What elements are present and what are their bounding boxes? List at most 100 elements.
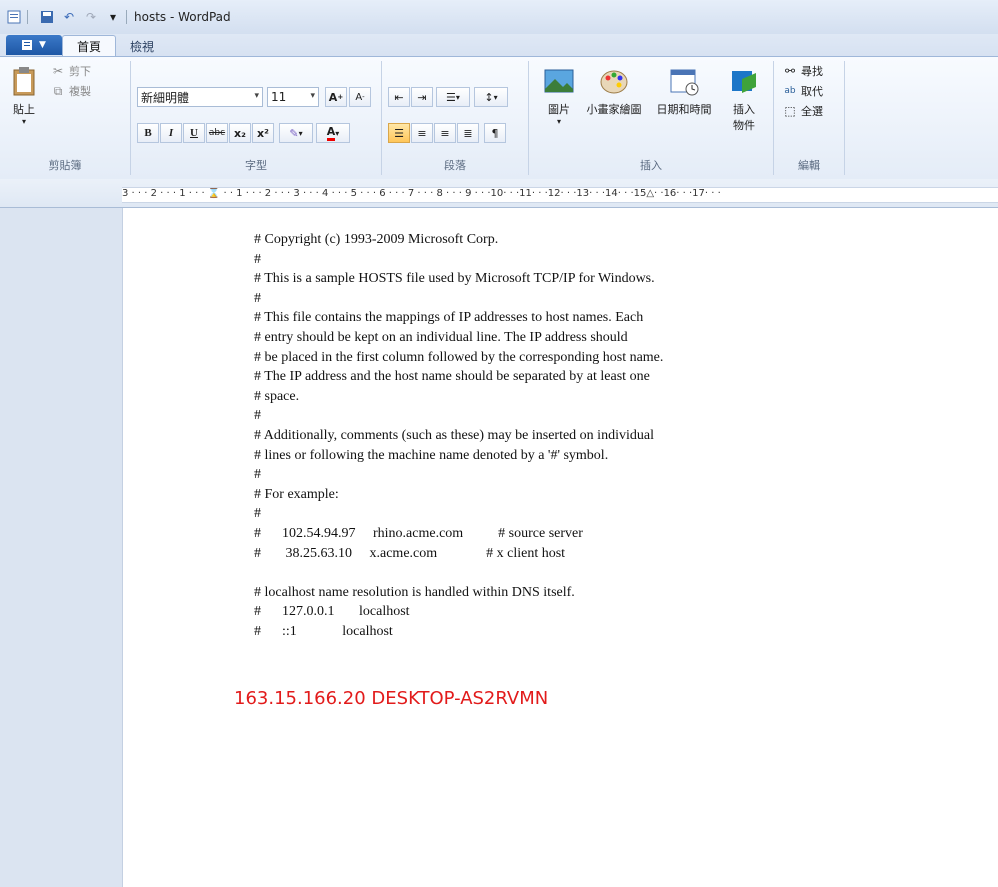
calendar-icon — [670, 69, 699, 96]
highlighter-icon: ✎ — [289, 126, 299, 140]
increase-indent-button[interactable]: ⇥ — [411, 87, 433, 107]
date-time-button[interactable]: 日期和時間 — [651, 65, 717, 117]
document-line: # space. — [254, 388, 300, 404]
strikethrough-button[interactable]: abc — [206, 123, 228, 143]
outdent-icon: ⇤ — [394, 90, 404, 104]
superscript-label: x² — [257, 126, 269, 140]
select-all-icon: ⬚ — [784, 104, 796, 118]
chevron-down-icon: ▾ — [335, 128, 340, 138]
application-menu-button[interactable]: ▼ — [6, 35, 62, 55]
replace-label: 取代 — [801, 85, 823, 98]
binoculars-icon: ⚯ — [784, 64, 796, 78]
chevron-down-icon: ▾ — [254, 91, 259, 101]
ribbon: 貼上 ▾ ✂ 剪下 ⧉ 複製 剪貼簿 新細明體 ▾ 11 ▾ A + A- B I… — [0, 56, 998, 180]
copy-button[interactable]: ⧉ 複製 — [50, 83, 91, 99]
align-left-icon: ☰ — [394, 126, 404, 140]
decrease-indent-button[interactable]: ⇤ — [388, 87, 410, 107]
italic-label: I — [168, 127, 174, 139]
copy-icon: ⧉ — [53, 84, 63, 98]
justify-button[interactable]: ≣ — [457, 123, 479, 143]
customize-quick-access-icon[interactable]: ▾ — [105, 9, 121, 25]
subscript-label: x₂ — [234, 126, 246, 140]
replace-button[interactable]: ab 取代 — [782, 83, 823, 99]
ribbon-tabs: ▼ 首頁 檢視 — [0, 34, 998, 56]
ruler[interactable]: 3 · · · 2 · · · 1 · · · ⌛ · · 1 · · · 2 … — [0, 179, 998, 208]
font-size-value: 11 — [271, 90, 287, 104]
superscript-button[interactable]: x² — [252, 123, 274, 143]
document-line: # The IP address and the host name shoul… — [254, 369, 650, 385]
italic-button[interactable]: I — [160, 123, 182, 143]
save-icon[interactable] — [39, 9, 55, 25]
paint-drawing-button[interactable]: 小畫家繪圖 — [579, 65, 649, 117]
find-label: 尋找 — [801, 65, 823, 78]
insert-object-button[interactable]: 插入 物件 — [721, 65, 767, 133]
font-size-select[interactable]: 11 ▾ — [267, 87, 319, 107]
subscript-button[interactable]: x₂ — [229, 123, 251, 143]
group-label: 插入 — [640, 159, 662, 172]
group-label: 段落 — [444, 159, 466, 172]
find-button[interactable]: ⚯ 尋找 — [782, 63, 823, 79]
shrink-font-button[interactable]: A- — [349, 87, 371, 107]
document-line: # localhost name resolution is handled w… — [254, 584, 575, 600]
undo-icon[interactable]: ↶ — [61, 9, 77, 25]
paragraph-group: ⇤ ⇥ ☰ ▾ ↕ ▾ ☰ ≡ ≡ ≣ ¶ 段落 — [382, 61, 529, 175]
select-all-label: 全選 — [801, 105, 823, 118]
document-line: # — [254, 290, 261, 306]
font-group: 新細明體 ▾ 11 ▾ A + A- B I U abc x₂ x² ✎ ▾ A … — [131, 61, 382, 175]
picture-button[interactable]: 圖片 ▾ — [535, 65, 583, 126]
tab-view[interactable]: 檢視 — [116, 36, 168, 56]
chevron-down-icon: ▾ — [310, 91, 315, 101]
picture-label: 圖片 — [548, 103, 570, 116]
bullets-button[interactable]: ☰ ▾ — [436, 87, 470, 107]
document-page[interactable]: # Copyright (c) 1993-2009 Microsoft Corp… — [122, 208, 998, 887]
clipboard-icon — [13, 67, 35, 96]
ruler-scale: 3 · · · 2 · · · 1 · · · ⌛ · · 1 · · · 2 … — [122, 187, 998, 203]
object-icon — [732, 71, 756, 93]
select-all-button[interactable]: ⬚ 全選 — [782, 103, 823, 119]
group-label: 字型 — [245, 159, 267, 172]
paste-button[interactable]: 貼上 ▾ — [4, 65, 44, 126]
bullet-list-icon: ☰ — [446, 90, 456, 104]
chevron-down-icon: ▼ — [39, 40, 46, 50]
group-label: 剪貼簿 — [48, 159, 82, 172]
document-line: # ::1 localhost — [254, 623, 393, 639]
line-spacing-icon: ↕ — [484, 90, 494, 104]
document-text[interactable]: # Copyright (c) 1993-2009 Microsoft Corp… — [254, 230, 663, 641]
document-line: # This file contains the mappings of IP … — [254, 310, 644, 326]
host-entry[interactable]: 163.15.166.20 DESKTOP-AS2RVMN — [234, 688, 548, 709]
underline-label: U — [190, 127, 198, 139]
font-color-button[interactable]: A ▾ — [316, 123, 350, 143]
highlight-button[interactable]: ✎ ▾ — [279, 123, 313, 143]
paragraph-settings-button[interactable]: ¶ — [484, 123, 506, 143]
underline-button[interactable]: U — [183, 123, 205, 143]
bold-label: B — [144, 127, 152, 139]
font-family-select[interactable]: 新細明體 ▾ — [137, 87, 263, 107]
document-line: # — [254, 467, 261, 483]
separator — [126, 10, 127, 24]
align-left-button[interactable]: ☰ — [388, 123, 410, 143]
redo-icon[interactable]: ↷ — [83, 9, 99, 25]
bold-button[interactable]: B — [137, 123, 159, 143]
chevron-down-icon: ▾ — [493, 92, 498, 102]
tab-home[interactable]: 首頁 — [62, 35, 117, 56]
align-center-button[interactable]: ≡ — [411, 123, 433, 143]
copy-label: 複製 — [69, 85, 91, 98]
insert-object-label: 插入 物件 — [733, 103, 755, 132]
line-spacing-button[interactable]: ↕ ▾ — [474, 87, 508, 107]
font-family-value: 新細明體 — [141, 90, 190, 105]
picture-icon — [544, 69, 574, 93]
align-center-icon: ≡ — [417, 126, 427, 140]
align-right-button[interactable]: ≡ — [434, 123, 456, 143]
insert-group: 圖片 ▾ 小畫家繪圖 日期和時間 插入 物件 插入 — [529, 61, 774, 175]
wordpad-app-icon[interactable] — [6, 9, 22, 25]
document-line: # 102.54.94.97 rhino.acme.com # source s… — [254, 525, 583, 541]
grow-font-button[interactable]: A + — [325, 87, 347, 107]
document-line: # 127.0.0.1 localhost — [254, 604, 410, 620]
cut-button[interactable]: ✂ 剪下 — [50, 63, 91, 79]
document-line: # Additionally, comments (such as these)… — [254, 427, 654, 443]
date-time-label: 日期和時間 — [656, 103, 712, 116]
document-line: # — [254, 251, 261, 267]
align-right-icon: ≡ — [440, 126, 450, 140]
paragraph-icon: ¶ — [491, 126, 499, 140]
